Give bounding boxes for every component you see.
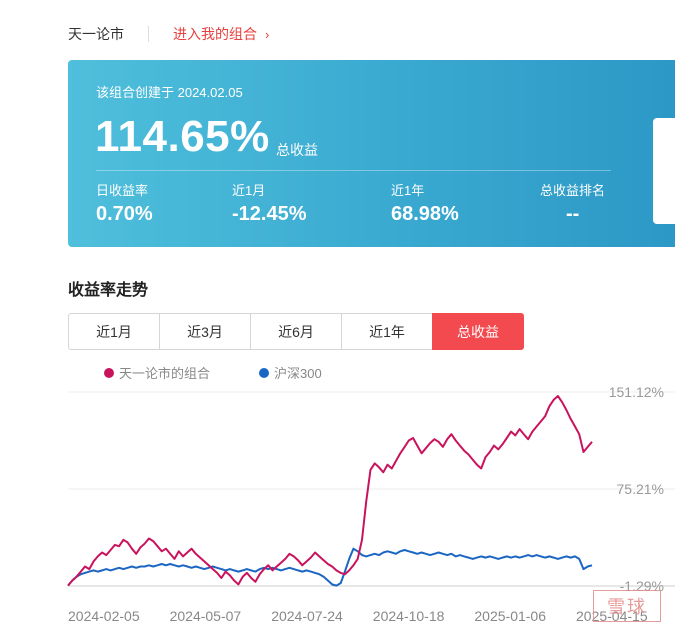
tab-6-months[interactable]: 近6月 <box>250 313 342 350</box>
tab-1-year[interactable]: 近1年 <box>341 313 433 350</box>
y-tick-label: 75.21% <box>617 481 664 497</box>
tab-1-month[interactable]: 近1月 <box>68 313 160 350</box>
stat-label: 近1年 <box>391 183 425 198</box>
stat-1-year: 近1年 68.98% <box>391 180 459 226</box>
stat-daily-return: 日收益率 0.70% <box>96 180 153 226</box>
series-line-index <box>67 547 593 587</box>
return-trend-chart: 151.12%75.21%-1.29%2024-02-05 2024-05-07 2… <box>67 384 675 624</box>
stat-value: -12.45% <box>232 203 307 225</box>
stat-value: 68.98% <box>391 203 459 225</box>
legend-dot <box>259 367 269 378</box>
period-tabs: 近1月 近3月 近6月 近1年 总收益 <box>68 313 524 350</box>
portfolio-summary-card: 该组合创建于 2024.02.05 114.65% 总收益 日收益率 0.70%… <box>68 60 675 247</box>
side-panel[interactable] <box>653 118 675 224</box>
stat-label: 总收益排名 <box>540 183 606 198</box>
chevron-right-icon[interactable]: › <box>265 27 269 42</box>
stat-value: 0.70% <box>96 203 153 225</box>
x-tick-label: 2024-05-07 <box>170 608 242 624</box>
stat-label: 日收益率 <box>96 183 149 198</box>
top-bar: 天一论市 进入我的组合 › <box>68 22 269 46</box>
total-return-label: 总收益 <box>276 142 318 158</box>
stat-1-month: 近1月 -12.45% <box>232 180 307 226</box>
total-return-value: 114.65% <box>95 112 270 161</box>
stat-rank: 总收益排名 -- <box>540 180 605 226</box>
stat-value: -- <box>566 203 580 225</box>
portfolio-owner-name[interactable]: 天一论市 <box>68 24 124 44</box>
watermark-logo: 雪球 <box>593 590 661 622</box>
y-tick-label: 151.12% <box>609 384 664 400</box>
tab-total-return[interactable]: 总收益 <box>432 313 524 350</box>
x-tick-label: 2024-10-18 <box>373 608 445 624</box>
enter-portfolio-link[interactable]: 进入我的组合 <box>173 24 257 44</box>
stat-label: 近1月 <box>232 183 266 198</box>
header-divider <box>148 26 149 42</box>
summary-divider <box>96 170 611 171</box>
tab-3-months[interactable]: 近3月 <box>159 313 251 350</box>
trend-section-title: 收益率走势 <box>68 282 149 299</box>
legend-dot <box>104 367 114 378</box>
created-date: 该组合创建于 2024.02.05 <box>96 85 243 100</box>
x-tick-label: 2024-07-24 <box>271 608 343 624</box>
x-tick-label: 2025-01-06 <box>474 608 546 624</box>
x-tick-label: 2024-02-05 <box>68 608 140 624</box>
